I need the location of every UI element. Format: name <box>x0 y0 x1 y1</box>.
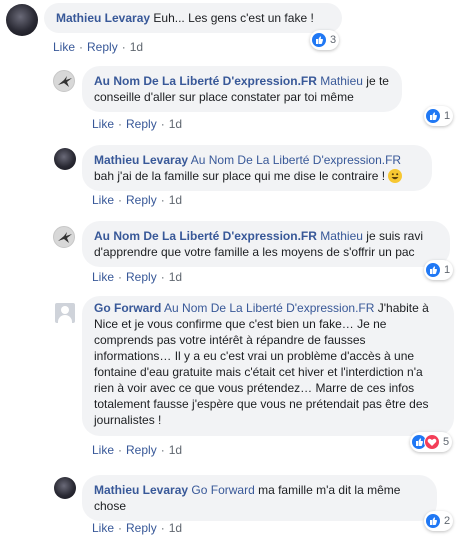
reaction-summary[interactable]: 1 <box>424 260 454 280</box>
comment-bubble: Mathieu Levaray Go Forward ma famille m'… <box>82 475 437 521</box>
heart-reaction-icon <box>424 434 440 450</box>
comment-author[interactable]: Au Nom De La Liberté D'expression.FR <box>94 229 317 243</box>
mention-link[interactable]: Mathieu <box>320 229 363 243</box>
comment: Mathieu Levaray Euh... Les gens c'est un… <box>0 0 476 58</box>
mention-link[interactable]: Au Nom De La Liberté D'expression.FR <box>191 153 401 167</box>
reaction-count: 1 <box>444 264 451 276</box>
comment-bubble: Mathieu Levaray Au Nom De La Liberté D'e… <box>82 145 432 191</box>
avatar[interactable] <box>55 303 75 323</box>
reaction-summary[interactable]: 2 <box>424 511 454 531</box>
comment-author[interactable]: Mathieu Levaray <box>94 483 188 497</box>
like-button[interactable]: Like <box>92 117 114 131</box>
like-reaction-icon <box>425 108 441 124</box>
like-button[interactable]: Like <box>53 40 75 54</box>
reaction-count: 2 <box>444 515 451 527</box>
comment-text: J'habite à Nice et je vous confirme que … <box>94 301 429 427</box>
reaction-count: 3 <box>330 34 337 46</box>
reply-button[interactable]: Reply <box>126 193 157 207</box>
comment-text: bah j'ai de la famille sur place qui me … <box>94 169 386 183</box>
reply-button[interactable]: Reply <box>87 40 118 54</box>
comment-timestamp[interactable]: 1d <box>169 270 182 284</box>
reaction-summary[interactable]: 5 <box>410 432 453 452</box>
comment-actions: Like · Reply · 1d <box>92 270 183 284</box>
comment-author[interactable]: Mathieu Levaray <box>94 153 188 167</box>
reaction-count: 5 <box>443 436 450 448</box>
reaction-count: 1 <box>444 110 451 122</box>
like-reaction-icon <box>425 262 441 278</box>
grinning-face-emoji <box>388 169 403 183</box>
reply-comment: Au Nom De La Liberté D'expression.FR Mat… <box>0 62 476 134</box>
reply-button[interactable]: Reply <box>126 521 157 535</box>
comment-actions: Like · Reply · 1d <box>92 193 183 207</box>
avatar[interactable] <box>6 4 38 36</box>
reply-comment: Au Nom De La Liberté D'expression.FR Mat… <box>0 218 476 288</box>
comment-author[interactable]: Go Forward <box>94 301 161 315</box>
like-reaction-icon <box>425 513 441 529</box>
comment-bubble: Mathieu Levaray Euh... Les gens c'est un… <box>44 3 342 33</box>
comment-bubble: Au Nom De La Liberté D'expression.FR Mat… <box>82 221 450 267</box>
comment-timestamp[interactable]: 1d <box>169 117 182 131</box>
mention-link[interactable]: Go Forward <box>191 483 254 497</box>
like-button[interactable]: Like <box>92 443 114 457</box>
comment-timestamp[interactable]: 1d <box>169 193 182 207</box>
like-button[interactable]: Like <box>92 270 114 284</box>
like-reaction-icon <box>311 32 327 48</box>
avatar[interactable] <box>53 226 75 248</box>
reaction-summary[interactable]: 1 <box>424 106 454 126</box>
comment-timestamp[interactable]: 1d <box>169 521 182 535</box>
comment-author[interactable]: Mathieu Levaray <box>56 11 150 25</box>
avatar[interactable] <box>53 70 75 92</box>
comment-actions: Like · Reply · 1d <box>92 117 183 131</box>
reply-button[interactable]: Reply <box>126 270 157 284</box>
comment-bubble: Au Nom De La Liberté D'expression.FR Mat… <box>82 66 402 112</box>
comment-timestamp[interactable]: 1d <box>169 443 182 457</box>
reply-button[interactable]: Reply <box>126 117 157 131</box>
comment-actions: Like · Reply · 1d <box>92 443 183 457</box>
comment-actions: Like · Reply · 1d <box>53 40 144 54</box>
avatar[interactable] <box>54 148 76 170</box>
comment-actions: Like · Reply · 1d <box>92 521 183 535</box>
mention-link[interactable]: Au Nom De La Liberté D'expression.FR <box>164 301 374 315</box>
mention-link[interactable]: Mathieu <box>320 74 363 88</box>
comment-author[interactable]: Au Nom De La Liberté D'expression.FR <box>94 74 317 88</box>
avatar[interactable] <box>54 477 76 499</box>
reply-button[interactable]: Reply <box>126 443 157 457</box>
like-button[interactable]: Like <box>92 521 114 535</box>
reply-comment: Mathieu Levaray Au Nom De La Liberté D'e… <box>0 140 476 212</box>
reply-comment: Mathieu Levaray Go Forward ma famille m'… <box>0 470 476 542</box>
reply-comment: Go Forward Au Nom De La Liberté D'expres… <box>0 296 476 462</box>
like-button[interactable]: Like <box>92 193 114 207</box>
reaction-summary[interactable]: 3 <box>310 30 340 50</box>
comment-timestamp[interactable]: 1d <box>130 40 143 54</box>
comment-bubble: Go Forward Au Nom De La Liberté D'expres… <box>82 296 454 436</box>
comment-text: Euh... Les gens c'est un fake ! <box>153 11 314 25</box>
